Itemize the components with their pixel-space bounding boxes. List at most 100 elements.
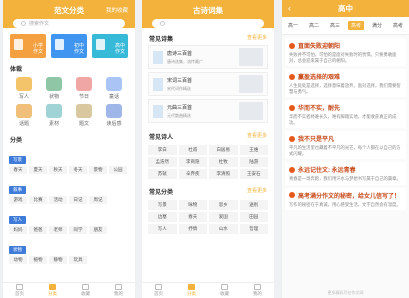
category-item[interactable]: 春天 bbox=[9, 166, 27, 174]
cats-grid: 写景 咏物 思乡 送别 边塞 春天 爱国 田园 写人 抒情 山水 哲理 bbox=[142, 198, 274, 236]
category-item[interactable]: 动物 bbox=[9, 256, 27, 264]
category-item[interactable]: 比赛 bbox=[29, 196, 47, 204]
category-item[interactable]: 玩具 bbox=[69, 256, 87, 264]
poem-category[interactable]: 爱国 bbox=[209, 212, 238, 222]
rec-item[interactable]: 唐诗三百首 唐诗选集，流传最广 bbox=[148, 45, 268, 69]
footer-text: 更多精彩尽在作文网 bbox=[327, 290, 364, 295]
article-item[interactable]: 我不只是平凡 平凡的生活里也藏着不平凡的光芒，每个人都在以自己的方式闪耀。 bbox=[285, 131, 406, 159]
grid-icon bbox=[188, 284, 195, 290]
category-item[interactable]: 景物 bbox=[89, 166, 107, 174]
category-item[interactable]: 日记 bbox=[69, 196, 87, 204]
category-item[interactable]: 同学 bbox=[69, 226, 87, 234]
more-link[interactable]: 查看更多 bbox=[247, 34, 267, 43]
category-item[interactable]: 公园 bbox=[109, 166, 127, 174]
poet-item[interactable]: 苏轼 bbox=[148, 169, 177, 179]
rec-item[interactable]: 宋词三百首 宋代词作精选 bbox=[148, 72, 268, 96]
genre-item[interactable]: 写人 bbox=[9, 77, 39, 100]
category-tag[interactable]: 叙事 bbox=[9, 186, 26, 194]
category-item[interactable]: 植物 bbox=[29, 256, 47, 264]
genre-item[interactable]: 话题 bbox=[9, 104, 39, 127]
genre-item[interactable]: 节日 bbox=[69, 77, 99, 100]
poem-category[interactable]: 写景 bbox=[148, 200, 177, 210]
screen-highschool-articles: ‹ 高中 高一 高二 高三 高考 满分 高考 直面失败迎朝阳 失败并不可怕，可怕的… bbox=[282, 0, 409, 298]
category-item[interactable]: 冬天 bbox=[69, 166, 87, 174]
grade-tab[interactable]: 高一 bbox=[285, 21, 301, 30]
poem-category[interactable]: 咏物 bbox=[178, 200, 207, 210]
category-item[interactable]: 老师 bbox=[49, 226, 67, 234]
article-item[interactable]: 永远记住文: 永远青春 青春是一场奔跑，我们用汗水与梦想书写属于自己的篇章。 bbox=[285, 162, 406, 185]
category-item[interactable]: 游戏 bbox=[9, 196, 27, 204]
category-item[interactable]: 活动 bbox=[49, 196, 67, 204]
article-item[interactable]: 高考满分作文的秘密，给女儿信写了！ 写作的秘密在于真诚，用心感受生活，文字自然会有… bbox=[285, 187, 406, 210]
article-item[interactable]: 直面失败迎朝阳 失败并不可怕，可怕的是面对失败时的畏惧。只要勇敢面对，总会迎来属于… bbox=[285, 38, 406, 66]
header: 古诗词集 bbox=[142, 0, 274, 28]
poet-item[interactable]: 李清照 bbox=[209, 169, 238, 179]
poem-category[interactable]: 写人 bbox=[148, 224, 177, 234]
category-item[interactable]: 静物 bbox=[49, 256, 67, 264]
card-middle[interactable]: 初中 作文 bbox=[51, 34, 87, 58]
search-input[interactable]: 搜索作文 bbox=[13, 19, 125, 28]
rec-item[interactable]: 元曲三百首 元代散曲精选 bbox=[148, 99, 268, 123]
grade-tab-active[interactable]: 高考 bbox=[347, 21, 364, 30]
poem-category[interactable]: 春天 bbox=[178, 212, 207, 222]
category-tag[interactable]: 状物 bbox=[9, 246, 26, 254]
poem-category[interactable]: 哲理 bbox=[239, 224, 268, 234]
poet-item[interactable]: 李商隐 bbox=[178, 157, 207, 167]
category-item[interactable]: 朋友 bbox=[89, 226, 107, 234]
more-link[interactable]: 查看更多 bbox=[247, 187, 267, 196]
page-title: 高中 bbox=[338, 4, 353, 13]
grade-tab[interactable]: 高考 bbox=[390, 21, 406, 30]
genre-item[interactable]: 题文 bbox=[69, 104, 99, 127]
article-item[interactable]: 华而不实，耐先 华而不实者终难长久，唯有脚踏实地，才能收获真正的成功。 bbox=[285, 100, 406, 128]
grade-tab[interactable]: 满分 bbox=[369, 21, 385, 30]
tab-favorites[interactable]: 收藏 bbox=[81, 284, 90, 297]
poem-category[interactable]: 边塞 bbox=[148, 212, 177, 222]
poet-item[interactable]: 白居易 bbox=[209, 145, 238, 155]
tab-profile[interactable]: 我的 bbox=[253, 284, 262, 297]
grid-icon bbox=[49, 284, 56, 290]
category-tag[interactable]: 写人 bbox=[9, 216, 26, 224]
genre-item[interactable]: 读后感 bbox=[99, 104, 129, 127]
article-item[interactable]: 赢盈选择的艰难 人生处处是选择，选择意味着放弃。面对选择，我们需要智慧与勇气。 bbox=[285, 69, 406, 97]
poet-item[interactable]: 王安石 bbox=[239, 169, 268, 179]
tab-home[interactable]: 首页 bbox=[154, 284, 163, 297]
more-link[interactable]: 查看更多 bbox=[247, 132, 267, 141]
genre-item[interactable]: 童话 bbox=[99, 77, 129, 100]
category-item[interactable]: 妈妈 bbox=[9, 226, 27, 234]
poet-item[interactable]: 陆游 bbox=[239, 157, 268, 167]
poem-category[interactable]: 思乡 bbox=[209, 200, 238, 210]
category-row: 写人 妈妈 爸爸 老师 同学 朋友 bbox=[3, 206, 135, 236]
tab-home[interactable]: 首页 bbox=[15, 284, 24, 297]
search-input[interactable] bbox=[152, 19, 264, 28]
category-row: 叙事 游戏 比赛 活动 日记 周记 bbox=[3, 176, 135, 206]
tab-favorites[interactable]: 收藏 bbox=[220, 284, 229, 297]
poet-item[interactable]: 李白 bbox=[148, 145, 177, 155]
poet-item[interactable]: 辛弃疾 bbox=[178, 169, 207, 179]
tab-profile[interactable]: 我的 bbox=[114, 284, 123, 297]
tab-category[interactable]: 分类 bbox=[187, 284, 196, 297]
poem-category[interactable]: 田园 bbox=[239, 212, 268, 222]
poet-item[interactable]: 杜牧 bbox=[209, 157, 238, 167]
poem-category[interactable]: 抒情 bbox=[178, 224, 207, 234]
genre-item[interactable]: 素材 bbox=[39, 104, 69, 127]
poet-item[interactable]: 王维 bbox=[239, 145, 268, 155]
poet-item[interactable]: 杜甫 bbox=[178, 145, 207, 155]
grade-tab[interactable]: 高三 bbox=[327, 21, 343, 30]
genre-item[interactable]: 状物 bbox=[39, 77, 69, 100]
poem-category[interactable]: 送别 bbox=[239, 200, 268, 210]
poet-item[interactable]: 孟浩然 bbox=[148, 157, 177, 167]
screen-essay-categories: 范文分类 我的收藏 搜索作文 小学 作文 初中 作文 高中 作文 体裁 写人 状… bbox=[3, 0, 135, 298]
card-high[interactable]: 高中 作文 bbox=[92, 34, 128, 58]
tab-category[interactable]: 分类 bbox=[48, 284, 57, 297]
card-primary[interactable]: 小学 作文 bbox=[10, 34, 46, 58]
category-item[interactable]: 爸爸 bbox=[29, 226, 47, 234]
category-item[interactable]: 夏天 bbox=[29, 166, 47, 174]
book-icon bbox=[96, 39, 105, 50]
back-button[interactable]: ‹ bbox=[288, 4, 291, 13]
category-item[interactable]: 秋天 bbox=[49, 166, 67, 174]
grade-tab[interactable]: 高二 bbox=[306, 21, 322, 30]
favorites-link[interactable]: 我的收藏 bbox=[106, 6, 128, 14]
category-tag[interactable]: 写景 bbox=[9, 156, 26, 164]
category-item[interactable]: 周记 bbox=[89, 196, 107, 204]
poem-category[interactable]: 山水 bbox=[209, 224, 238, 234]
